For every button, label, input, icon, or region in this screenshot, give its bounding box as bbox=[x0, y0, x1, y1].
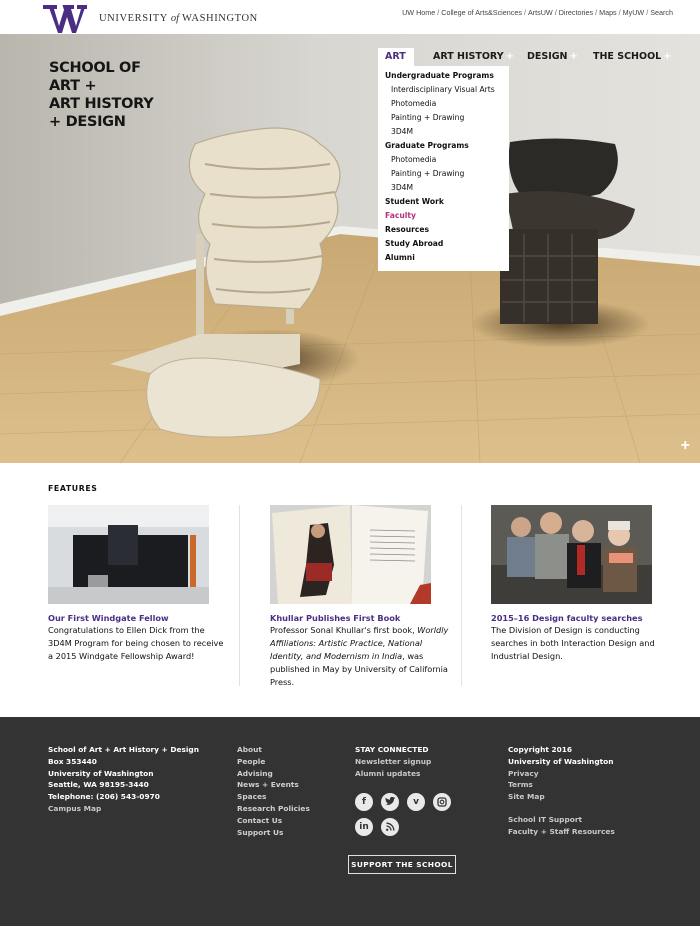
stay-connected-heading: STAY CONNECTED bbox=[355, 745, 429, 754]
plus-icon: + bbox=[663, 51, 672, 62]
footer-link-news-events[interactable]: News + Events bbox=[237, 779, 310, 791]
menu-item-faculty[interactable]: Faculty bbox=[385, 209, 509, 223]
top-link-artsuw[interactable]: ArtsUW bbox=[528, 8, 553, 17]
school-title[interactable]: SCHOOL OF ART + ART HISTORY + DESIGN bbox=[49, 59, 154, 131]
uw-wordmark[interactable]: UNIVERSITY of WASHINGTON bbox=[99, 13, 258, 24]
nav-art-history[interactable]: ART HISTORY + bbox=[433, 48, 514, 66]
footer-link-advising[interactable]: Advising bbox=[237, 768, 310, 780]
uw-header-bar: UNIVERSITY of WASHINGTON UW Home / College… bbox=[0, 0, 700, 34]
feature-card-design-searches: 2015–16 Design faculty searches The Divi… bbox=[491, 505, 673, 663]
terms-link[interactable]: Terms bbox=[508, 779, 615, 791]
uw-logo-icon[interactable] bbox=[43, 4, 87, 34]
menu-item-grad-painting-drawing[interactable]: Painting + Drawing bbox=[385, 167, 509, 181]
facebook-icon[interactable]: f bbox=[355, 793, 373, 811]
footer-legal: Copyright 2016 University of Washington … bbox=[508, 745, 615, 838]
menu-item-graduate-programs[interactable]: Graduate Programs bbox=[385, 139, 509, 153]
menu-item-undergraduate-programs[interactable]: Undergraduate Programs bbox=[385, 69, 509, 83]
menu-item-study-abroad[interactable]: Study Abroad bbox=[385, 237, 509, 251]
feature-body-design-searches: The Division of Design is conducting sea… bbox=[491, 625, 655, 661]
site-footer: School of Art + Art History + Design Box… bbox=[0, 717, 700, 926]
footer-links: About People Advising News + Events Spac… bbox=[237, 744, 310, 838]
top-link-search[interactable]: Search bbox=[650, 8, 673, 17]
feature-body-windgate: Congratulations to Ellen Dick from the 3… bbox=[48, 625, 224, 661]
feature-card-khullar: Khullar Publishes First Book Professor S… bbox=[270, 505, 452, 689]
instagram-icon[interactable] bbox=[433, 793, 451, 811]
site-map-link[interactable]: Site Map bbox=[508, 791, 615, 803]
feature-image-audience[interactable] bbox=[491, 505, 652, 604]
menu-item-student-work[interactable]: Student Work bbox=[385, 195, 509, 209]
alumni-updates-link[interactable]: Alumni updates bbox=[355, 768, 431, 780]
feature-title-windgate[interactable]: Our First Windgate Fellow bbox=[48, 612, 230, 624]
feature-image-studio[interactable] bbox=[48, 505, 209, 604]
vimeo-icon[interactable]: v bbox=[407, 793, 425, 811]
rss-icon[interactable] bbox=[381, 818, 399, 836]
footer-stay-connected: STAY CONNECTED Newsletter signup Alumni … bbox=[355, 744, 431, 779]
footer-link-spaces[interactable]: Spaces bbox=[237, 791, 310, 803]
feature-title-design-searches[interactable]: 2015–16 Design faculty searches bbox=[491, 612, 673, 624]
top-link-uw-home[interactable]: UW Home bbox=[402, 8, 435, 17]
menu-item-interdisciplinary-visual-arts[interactable]: Interdisciplinary Visual Arts bbox=[385, 83, 509, 97]
menu-item-ug-painting-drawing[interactable]: Painting + Drawing bbox=[385, 111, 509, 125]
privacy-link[interactable]: Privacy bbox=[508, 768, 615, 780]
menu-item-ug-3d4m[interactable]: 3D4M bbox=[385, 125, 509, 139]
feature-body-khullar: Professor Sonal Khullar's first book, Wo… bbox=[270, 625, 449, 687]
support-the-school-button[interactable]: SUPPORT THE SCHOOL bbox=[348, 855, 456, 874]
feature-divider bbox=[461, 505, 462, 686]
footer-link-people[interactable]: People bbox=[237, 756, 310, 768]
twitter-icon[interactable] bbox=[381, 793, 399, 811]
newsletter-signup-link[interactable]: Newsletter signup bbox=[355, 756, 431, 768]
menu-item-alumni[interactable]: Alumni bbox=[385, 251, 509, 265]
faculty-staff-resources-link[interactable]: Faculty + Staff Resources bbox=[508, 826, 615, 838]
footer-address: School of Art + Art History + Design Box… bbox=[48, 745, 199, 815]
top-link-maps[interactable]: Maps bbox=[599, 8, 617, 17]
nav-design[interactable]: DESIGN + bbox=[527, 48, 578, 66]
footer-link-contact-us[interactable]: Contact Us bbox=[237, 815, 310, 827]
footer-link-about[interactable]: About bbox=[237, 744, 310, 756]
feature-card-windgate: Our First Windgate Fellow Congratulation… bbox=[48, 505, 230, 663]
nav-the-school[interactable]: THE SCHOOL + bbox=[593, 48, 672, 66]
plus-icon: + bbox=[569, 51, 578, 62]
uw-top-links: UW Home / College of Arts&Sciences / ArtsUW /… bbox=[402, 8, 673, 17]
feature-title-khullar[interactable]: Khullar Publishes First Book bbox=[270, 612, 452, 624]
campus-map-link[interactable]: Campus Map bbox=[48, 803, 199, 815]
linkedin-icon[interactable]: in bbox=[355, 818, 373, 836]
plus-icon: + bbox=[505, 51, 514, 62]
school-it-support-link[interactable]: School IT Support bbox=[508, 814, 615, 826]
menu-item-resources[interactable]: Resources bbox=[385, 223, 509, 237]
features-heading: FEATURES bbox=[48, 484, 98, 493]
top-link-myuw[interactable]: MyUW bbox=[623, 8, 645, 17]
menu-item-ug-photomedia[interactable]: Photomedia bbox=[385, 97, 509, 111]
feature-image-book[interactable] bbox=[270, 505, 431, 604]
footer-link-support-us[interactable]: Support Us bbox=[237, 827, 310, 839]
footer-link-research-policies[interactable]: Research Policies bbox=[237, 803, 310, 815]
menu-item-grad-photomedia[interactable]: Photomedia bbox=[385, 153, 509, 167]
expand-plus-icon[interactable]: + bbox=[681, 437, 690, 455]
nav-art[interactable]: ART bbox=[378, 48, 414, 66]
hero-banner: SCHOOL OF ART + ART HISTORY + DESIGN ART… bbox=[0, 34, 700, 463]
menu-item-grad-3d4m[interactable]: 3D4M bbox=[385, 181, 509, 195]
feature-divider bbox=[239, 505, 240, 686]
art-dropdown-menu: Undergraduate Programs Interdisciplinary… bbox=[378, 66, 509, 271]
top-link-college[interactable]: College of Arts&Sciences bbox=[441, 8, 522, 17]
top-link-directories[interactable]: Directories bbox=[559, 8, 593, 17]
